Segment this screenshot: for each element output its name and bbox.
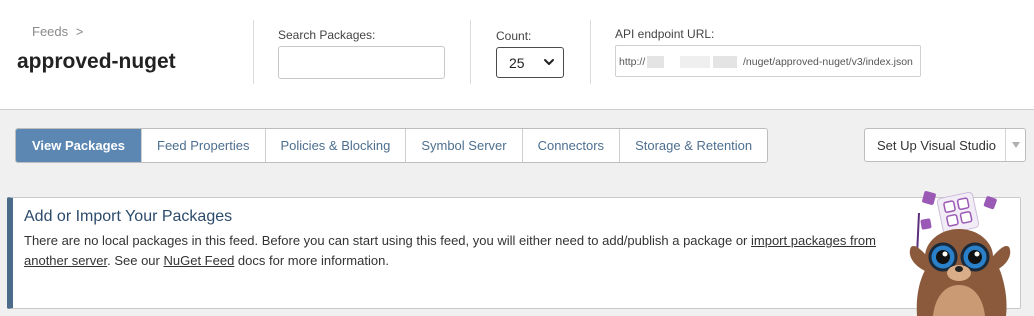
tab-view-packages[interactable]: View Packages: [16, 129, 142, 162]
notice-text-part: There are no local packages in this feed…: [24, 233, 751, 248]
tab-symbol-server[interactable]: Symbol Server: [406, 129, 523, 162]
redacted-host: [647, 56, 664, 68]
api-url-prefix: http://: [619, 56, 646, 68]
redacted-host: [680, 56, 710, 68]
search-label: Search Packages:: [278, 28, 376, 42]
header-divider: [253, 20, 254, 84]
breadcrumb-feeds-link[interactable]: Feeds: [32, 24, 68, 39]
breadcrumb: Feeds >: [32, 24, 83, 39]
feed-header: Feeds > approved-nuget Search Packages: …: [0, 0, 1034, 110]
tab-connectors[interactable]: Connectors: [522, 129, 621, 162]
caret-down-icon: [1011, 142, 1020, 148]
nuget-feed-docs-link[interactable]: NuGet Feed: [163, 253, 234, 268]
count-select[interactable]: 25: [496, 47, 564, 78]
header-divider: [470, 20, 471, 84]
count-label: Count:: [496, 29, 532, 43]
notice-text: There are no local packages in this feed…: [24, 231, 904, 271]
header-divider: [590, 20, 591, 84]
breadcrumb-separator: >: [75, 24, 84, 39]
notice-text-part: . See our: [107, 253, 164, 268]
notice-text-part: docs for more information.: [234, 253, 389, 268]
empty-feed-notice: Add or Import Your Packages There are no…: [7, 197, 1021, 309]
api-url-field[interactable]: http:// /nuget/approved-nuget/v3/index.j…: [615, 45, 921, 77]
count-value: 25: [509, 55, 525, 71]
notice-title: Add or Import Your Packages: [24, 208, 233, 225]
api-url-label: API endpoint URL:: [615, 27, 715, 41]
search-input[interactable]: [278, 46, 445, 79]
api-url-path: /nuget/approved-nuget/v3/index.json: [743, 56, 913, 68]
tab-policies-blocking[interactable]: Policies & Blocking: [265, 129, 407, 162]
chevron-down-icon: [544, 59, 554, 65]
tab-feed-properties[interactable]: Feed Properties: [142, 129, 266, 162]
page-title: approved-nuget: [17, 50, 176, 73]
otter-mascot-icon: [909, 191, 1011, 316]
setup-visual-studio-button[interactable]: Set Up Visual Studio: [864, 128, 1026, 162]
redacted-host: [713, 56, 737, 68]
setup-visual-studio-label: Set Up Visual Studio: [877, 137, 996, 153]
feed-tabs: View Packages Feed Properties Policies &…: [15, 128, 769, 163]
tab-storage-retention[interactable]: Storage & Retention: [620, 129, 768, 162]
setup-dropdown-toggle[interactable]: [1005, 129, 1025, 161]
